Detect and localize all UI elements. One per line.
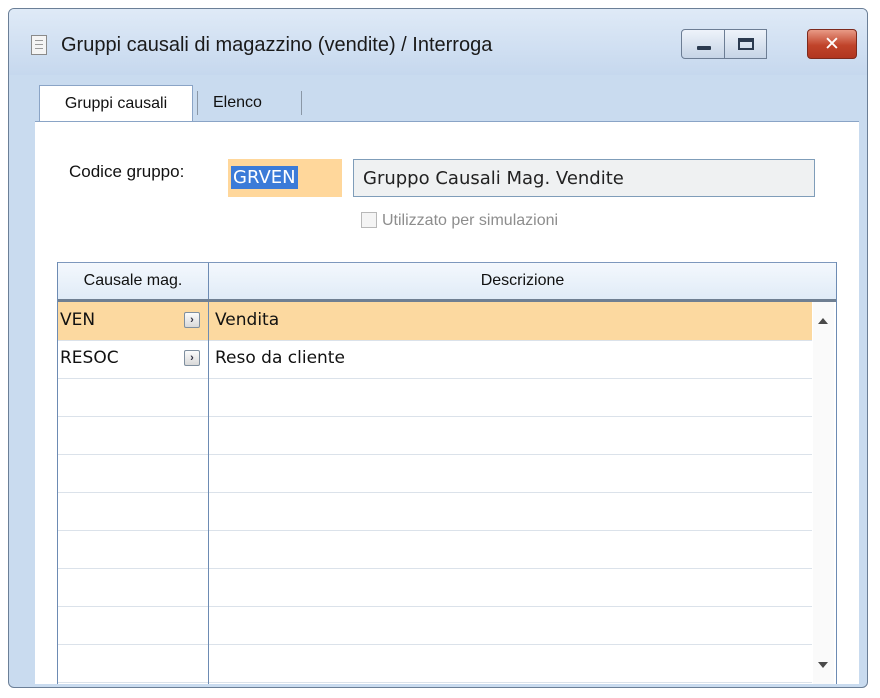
empty-row[interactable]	[58, 606, 812, 645]
scroll-down-icon[interactable]	[818, 662, 828, 668]
column-header-causale[interactable]: Causale mag.	[58, 263, 209, 299]
causali-grid: Causale mag. Descrizione VEN › Vendita R…	[57, 262, 837, 684]
descrizione-cell[interactable]: Reso da cliente	[215, 348, 345, 368]
close-icon: ✕	[824, 33, 840, 55]
tab-separator	[301, 91, 302, 115]
column-header-descrizione[interactable]: Descrizione	[209, 263, 836, 299]
empty-row[interactable]	[58, 644, 812, 683]
document-icon	[31, 35, 47, 55]
maximize-button[interactable]	[725, 29, 767, 59]
title-bar[interactable]: Gruppi causali di magazzino (vendite) / …	[9, 9, 867, 75]
empty-row[interactable]	[58, 530, 812, 569]
causale-cell[interactable]: RESOC	[60, 348, 119, 368]
minimize-icon	[697, 46, 711, 50]
empty-row[interactable]	[58, 568, 812, 607]
empty-row[interactable]	[58, 416, 812, 455]
simulazioni-label: Utilizzato per simulazioni	[382, 212, 559, 229]
column-divider	[208, 302, 209, 684]
minimize-button[interactable]	[681, 29, 725, 59]
empty-row[interactable]	[58, 378, 812, 417]
tab-gruppi-causali[interactable]: Gruppi causali	[39, 85, 193, 121]
tab-separator	[197, 91, 198, 115]
query-window: Gruppi causali di magazzino (vendite) / …	[8, 8, 868, 688]
tab-elenco[interactable]: Elenco	[203, 85, 313, 121]
tab-content: Codice gruppo: GRVEN Gruppo Causali Mag.…	[35, 121, 859, 684]
window-title: Gruppi causali di magazzino (vendite) / …	[61, 34, 493, 56]
empty-row[interactable]	[58, 492, 812, 531]
table-row[interactable]: RESOC › Reso da cliente	[58, 340, 812, 379]
simulazioni-checkbox[interactable]	[361, 212, 377, 228]
grid-header: Causale mag. Descrizione	[58, 262, 836, 302]
empty-row[interactable]	[58, 454, 812, 493]
descrizione-gruppo-value: Gruppo Causali Mag. Vendite	[363, 168, 624, 189]
descrizione-gruppo-field[interactable]: Gruppo Causali Mag. Vendite	[353, 159, 815, 197]
codice-gruppo-field[interactable]: GRVEN	[228, 159, 342, 197]
table-row[interactable]: VEN › Vendita	[58, 302, 812, 341]
causale-cell[interactable]: VEN	[60, 310, 95, 330]
descrizione-cell[interactable]: Vendita	[215, 310, 279, 330]
scroll-up-icon[interactable]	[818, 318, 828, 324]
maximize-icon	[738, 38, 754, 50]
grid-body: VEN › Vendita RESOC › Reso da cliente	[58, 302, 834, 684]
close-button[interactable]: ✕	[807, 29, 857, 59]
zoom-arrow-icon[interactable]: ›	[184, 350, 200, 366]
codice-gruppo-label: Codice gruppo:	[69, 162, 185, 181]
zoom-arrow-icon[interactable]: ›	[184, 312, 200, 328]
codice-gruppo-value: GRVEN	[231, 166, 298, 189]
vertical-scrollbar[interactable]	[813, 302, 834, 684]
